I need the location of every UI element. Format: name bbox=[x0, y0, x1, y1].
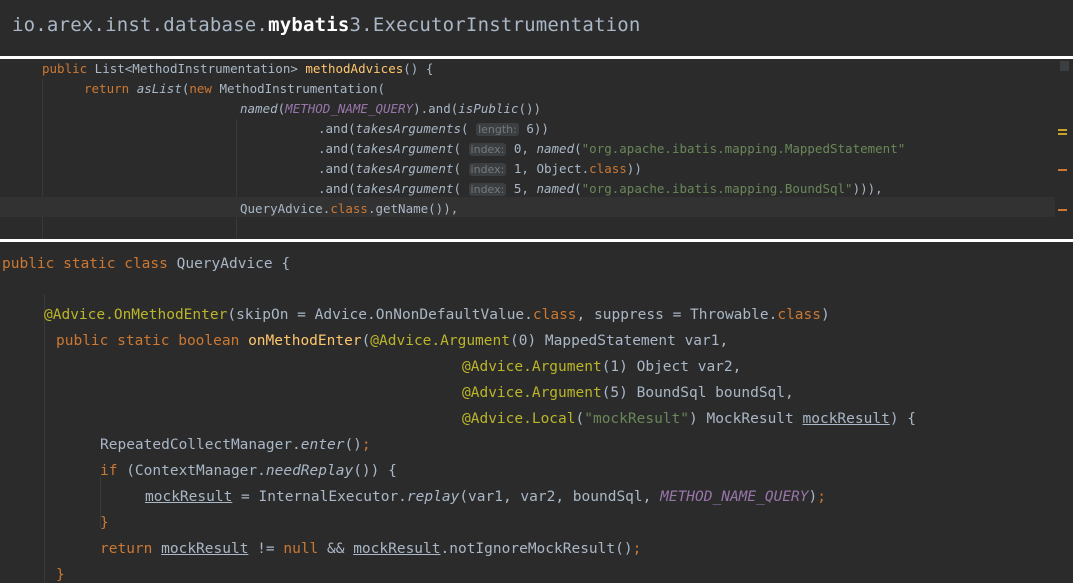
code-line[interactable]: .and(takesArgument( index: 5, named("org… bbox=[318, 179, 883, 199]
code-line[interactable]: @Advice.Argument(1) Object var2, bbox=[462, 354, 741, 380]
code-line[interactable]: } bbox=[56, 562, 65, 583]
vertical-scrollbar-thumb[interactable] bbox=[1060, 61, 1069, 71]
code-line[interactable]: } bbox=[100, 510, 109, 536]
error-stripe-marker[interactable] bbox=[1058, 133, 1067, 135]
parameter-hint: index: bbox=[468, 183, 507, 196]
code-line[interactable]: @Advice.OnMethodEnter(skipOn = Advice.On… bbox=[44, 302, 830, 328]
parameter-hint: index: bbox=[468, 143, 507, 156]
code-line[interactable]: return asList(new MethodInstrumentation( bbox=[84, 79, 385, 99]
code-line[interactable]: public static boolean onMethodEnter(@Adv… bbox=[56, 328, 728, 354]
code-line[interactable]: QueryAdvice.class.getName()), bbox=[240, 199, 458, 219]
indent-guide bbox=[236, 119, 237, 239]
error-stripe-marker[interactable] bbox=[1058, 169, 1067, 171]
code-editor-query-advice: public static class QueryAdvice { @Advic… bbox=[0, 242, 1073, 583]
class-path-title: io.arex.inst.database.mybatis3.ExecutorI… bbox=[12, 14, 641, 36]
code-line[interactable]: public static class QueryAdvice { bbox=[2, 251, 290, 277]
code-line[interactable]: named(METHOD_NAME_QUERY).and(isPublic()) bbox=[240, 99, 541, 119]
error-stripe-marker[interactable] bbox=[1058, 129, 1067, 131]
code-line[interactable]: if (ContextManager.needReplay()) { bbox=[100, 458, 397, 484]
code-line[interactable]: @Advice.Local("mockResult") MockResult m… bbox=[462, 406, 916, 432]
code-line[interactable]: .and(takesArguments( length: 6)) bbox=[318, 119, 549, 139]
code-line[interactable]: .and(takesArgument( index: 1, Object.cla… bbox=[318, 159, 642, 179]
indent-guide bbox=[44, 294, 45, 583]
error-stripe-marker[interactable] bbox=[1058, 209, 1067, 211]
current-line-highlight bbox=[0, 197, 1055, 217]
code-line[interactable]: public List<MethodInstrumentation> metho… bbox=[42, 59, 433, 79]
code-editor-method-advices: public List<MethodInstrumentation> metho… bbox=[0, 59, 1073, 239]
code-line[interactable]: .and(takesArgument( index: 0, named("org… bbox=[318, 139, 905, 159]
class-path-bold-segment: mybatis bbox=[268, 14, 350, 36]
code-line[interactable]: @Advice.Argument(5) BoundSql boundSql, bbox=[462, 380, 794, 406]
code-line[interactable]: mockResult = InternalExecutor.replay(var… bbox=[145, 484, 826, 510]
parameter-hint: index: bbox=[468, 163, 507, 176]
class-path-header: io.arex.inst.database.mybatis3.ExecutorI… bbox=[0, 0, 1073, 56]
code-line[interactable]: return mockResult != null && mockResult.… bbox=[100, 536, 641, 562]
parameter-hint: length: bbox=[476, 123, 519, 136]
code-line[interactable]: RepeatedCollectManager.enter(); bbox=[100, 432, 371, 458]
